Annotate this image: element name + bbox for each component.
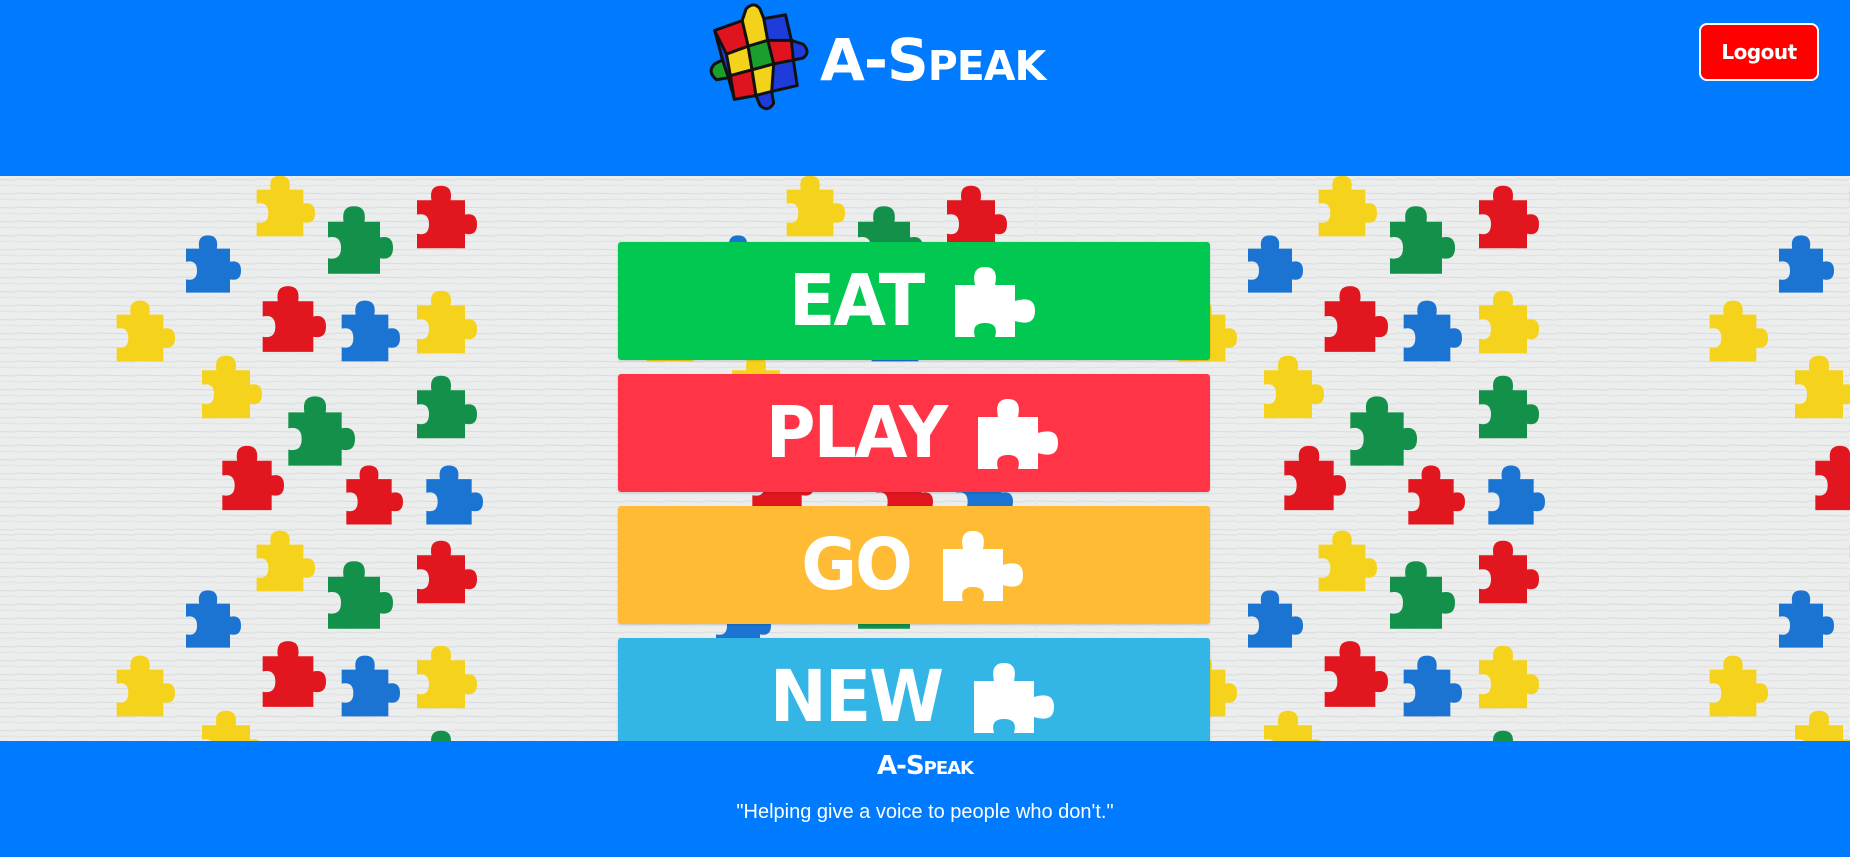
new-button[interactable]: NEW bbox=[618, 638, 1210, 741]
puzzle-piece-icon bbox=[955, 267, 1036, 337]
footer-title: A-Speak bbox=[876, 751, 974, 781]
play-button[interactable]: PLAY bbox=[618, 374, 1210, 492]
eat-button[interactable]: EAT bbox=[618, 242, 1210, 360]
go-button[interactable]: GO bbox=[618, 506, 1210, 624]
new-label: NEW bbox=[769, 655, 944, 739]
go-label: GO bbox=[801, 523, 913, 607]
footer-tagline: "Helping give a voice to people who don'… bbox=[736, 801, 1114, 823]
brand[interactable]: A-Speak bbox=[694, 0, 1046, 120]
logout-button[interactable]: Logout bbox=[1699, 23, 1819, 81]
puzzle-logo-icon bbox=[709, 3, 809, 111]
puzzle-piece-icon bbox=[942, 531, 1023, 601]
main-content: EAT PLAY GO NEW bbox=[0, 176, 1850, 741]
puzzle-piece-icon bbox=[978, 399, 1059, 469]
puzzle-piece-icon bbox=[974, 663, 1055, 733]
category-menu: EAT PLAY GO NEW bbox=[618, 242, 1210, 741]
eat-label: EAT bbox=[788, 259, 925, 343]
footer-bar: A-Speak "Helping give a voice to people … bbox=[0, 741, 1850, 857]
header-bar: A-Speak Logout bbox=[0, 0, 1850, 176]
app-title: A-Speak bbox=[820, 26, 1046, 94]
play-label: PLAY bbox=[765, 391, 949, 475]
